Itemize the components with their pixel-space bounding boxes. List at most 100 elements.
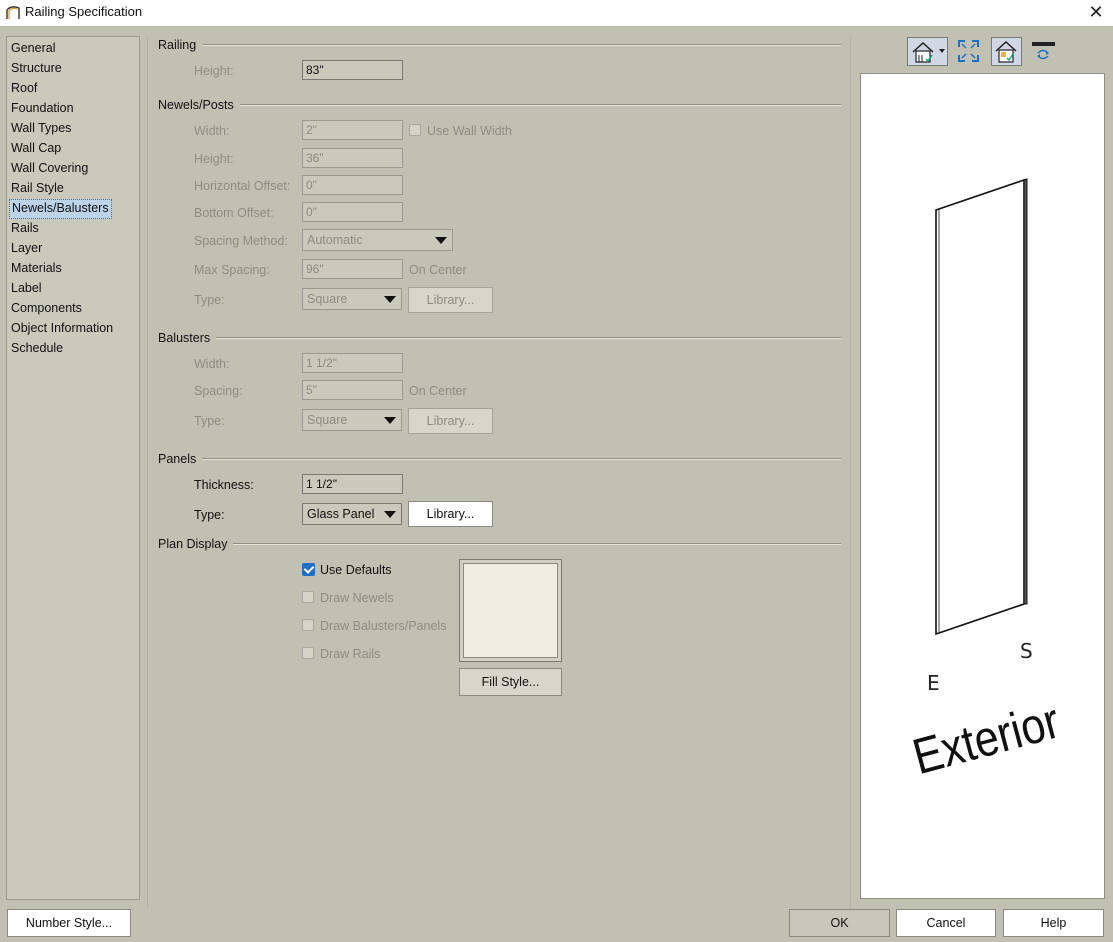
newel-type-value: Square — [307, 292, 348, 306]
baluster-width-label: Width: — [194, 357, 230, 371]
baluster-width-field[interactable]: 1 1/2" — [302, 353, 403, 373]
bottom-offset-field[interactable]: 0" — [302, 202, 403, 222]
nav-item-roof[interactable]: Roof — [9, 79, 39, 97]
newel-type-select[interactable]: Square — [302, 288, 402, 310]
nav-item-object-information[interactable]: Object Information — [9, 319, 115, 337]
draw-rails-label: Draw Rails — [320, 647, 381, 661]
nav-item-materials[interactable]: Materials — [9, 259, 64, 277]
category-list[interactable]: General Structure Roof Foundation Wall T… — [6, 36, 140, 900]
show-checked-icon — [995, 40, 1017, 63]
spacing-method-select[interactable]: Automatic — [302, 229, 453, 251]
panel-type-select[interactable]: Glass Panel — [302, 503, 402, 525]
nav-item-wall-covering[interactable]: Wall Covering — [9, 159, 90, 177]
nav-item-label[interactable]: Label — [9, 279, 44, 297]
newels-group-line — [158, 104, 841, 106]
use-wall-width-label: Use Wall Width — [427, 124, 512, 138]
panel-type-label: Type: — [194, 508, 225, 522]
railing-height-field[interactable]: 83" — [302, 60, 403, 80]
preview-label-s: S — [1020, 639, 1033, 663]
newel-height-field[interactable]: 36" — [302, 148, 403, 168]
title-bar: Railing Specification ✕ — [0, 0, 1113, 26]
chevron-down-icon — [384, 296, 396, 303]
nav-item-newels-balusters[interactable]: Newels/Balusters — [9, 199, 112, 219]
panels-group-line — [158, 458, 841, 460]
panel-type-value: Glass Panel — [307, 507, 375, 521]
use-defaults-checkbox[interactable] — [302, 563, 315, 576]
splitter-left[interactable] — [147, 36, 148, 909]
newel-height-label: Height: — [194, 152, 234, 166]
balusters-heading: Balusters — [158, 331, 217, 345]
draw-newels-checkbox[interactable] — [302, 591, 314, 603]
nav-item-rail-style[interactable]: Rail Style — [9, 179, 66, 197]
nav-item-structure[interactable]: Structure — [9, 59, 64, 77]
preview-label-exterior: Exterior — [907, 692, 1065, 784]
newel-library-button[interactable]: Library... — [408, 287, 493, 313]
close-button[interactable]: ✕ — [1085, 1, 1107, 23]
chevron-down-icon — [384, 511, 396, 518]
chevron-down-icon — [384, 417, 396, 424]
fill-style-swatch — [463, 563, 558, 658]
camera-view-icon — [912, 41, 945, 63]
fill-window-button[interactable] — [956, 37, 981, 66]
fill-style-swatch-frame[interactable] — [459, 559, 562, 662]
panel-thickness-field[interactable]: 1 1/2" — [302, 474, 403, 494]
baluster-spacing-label: Spacing: — [194, 384, 243, 398]
show-checked-button[interactable] — [991, 37, 1022, 66]
plan-display-heading: Plan Display — [158, 537, 234, 551]
nav-item-schedule[interactable]: Schedule — [9, 339, 65, 357]
railing-heading: Railing — [158, 38, 203, 52]
baluster-type-label: Type: — [194, 414, 225, 428]
horizontal-offset-label: Horizontal Offset: — [194, 179, 291, 193]
newels-heading: Newels/Posts — [158, 98, 240, 112]
nav-item-general[interactable]: General — [9, 39, 57, 57]
horizontal-offset-field[interactable]: 0" — [302, 175, 403, 195]
max-spacing-on-center: On Center — [409, 263, 467, 277]
cancel-button[interactable]: Cancel — [896, 909, 996, 937]
nav-item-components[interactable]: Components — [9, 299, 84, 317]
railing-height-label: Height: — [194, 64, 234, 78]
fill-style-button[interactable]: Fill Style... — [459, 668, 562, 696]
panels-heading: Panels — [158, 452, 203, 466]
preview-pane[interactable]: S E Exterior — [860, 73, 1105, 899]
bottom-offset-label: Bottom Offset: — [194, 206, 274, 220]
panel-library-button[interactable]: Library... — [408, 501, 493, 527]
app-logo-icon — [6, 6, 20, 19]
max-spacing-field[interactable]: 96" — [302, 259, 403, 279]
nav-item-foundation[interactable]: Foundation — [9, 99, 76, 117]
nav-item-rails[interactable]: Rails — [9, 219, 41, 237]
max-spacing-label: Max Spacing: — [194, 263, 270, 277]
railing-panel-preview: S E Exterior — [907, 178, 1065, 785]
panel-thickness-label: Thickness: — [194, 478, 254, 492]
draw-balusters-checkbox[interactable] — [302, 619, 314, 631]
use-wall-width-checkbox[interactable] — [409, 124, 421, 136]
draw-rails-checkbox[interactable] — [302, 647, 314, 659]
splitter-right[interactable] — [850, 36, 851, 909]
baluster-on-center: On Center — [409, 384, 467, 398]
refresh-icon — [1032, 42, 1055, 60]
use-defaults-label: Use Defaults — [320, 563, 392, 577]
baluster-spacing-field[interactable]: 5" — [302, 380, 403, 400]
baluster-library-button[interactable]: Library... — [408, 408, 493, 434]
help-button[interactable]: Help — [1003, 909, 1104, 937]
newel-width-label: Width: — [194, 124, 230, 138]
fill-window-icon — [958, 40, 979, 62]
nav-item-wall-cap[interactable]: Wall Cap — [9, 139, 63, 157]
draw-newels-label: Draw Newels — [320, 591, 394, 605]
chevron-down-icon — [435, 237, 447, 244]
plan-display-group-line — [158, 543, 841, 545]
number-style-button[interactable]: Number Style... — [7, 909, 131, 937]
newel-width-field[interactable]: 2" — [302, 120, 403, 140]
nav-item-wall-types[interactable]: Wall Types — [9, 119, 73, 137]
spacing-method-value: Automatic — [307, 233, 363, 247]
draw-balusters-label: Draw Balusters/Panels — [320, 619, 447, 633]
baluster-type-select[interactable]: Square — [302, 409, 402, 431]
railing-group-line — [158, 44, 841, 46]
refresh-button[interactable] — [1031, 37, 1056, 66]
newel-type-label: Type: — [194, 293, 225, 307]
spacing-method-label: Spacing Method: — [194, 234, 288, 248]
nav-item-layer[interactable]: Layer — [9, 239, 44, 257]
camera-view-button[interactable] — [907, 37, 948, 66]
baluster-type-value: Square — [307, 413, 348, 427]
window-title: Railing Specification — [25, 4, 143, 19]
ok-button[interactable]: OK — [789, 909, 890, 937]
